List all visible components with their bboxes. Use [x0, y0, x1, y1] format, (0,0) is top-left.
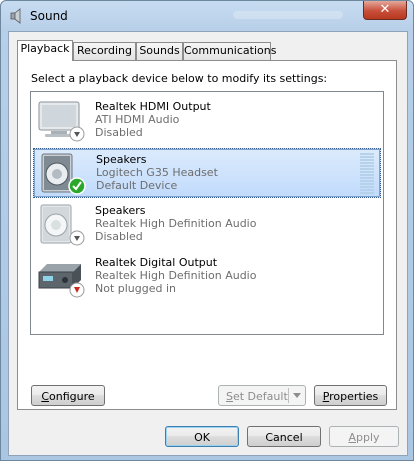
volume-meter: [360, 153, 374, 195]
set-default-split-button[interactable]: Set Default: [218, 385, 306, 406]
close-icon: ✕: [379, 2, 391, 17]
device-driver: Logitech G35 Headset: [96, 166, 218, 179]
device-status: Default Device: [96, 179, 178, 192]
playback-panel: Select a playback device below to modify…: [17, 60, 397, 410]
device-driver: Realtek High Definition Audio: [95, 217, 257, 230]
speaker-icon: [41, 153, 86, 195]
apply-accel: A: [348, 431, 356, 444]
instruction-text: Select a playback device below to modify…: [31, 72, 328, 85]
title-bar[interactable]: Sound ✕: [1, 1, 413, 31]
device-item-hdmi[interactable]: Realtek HDMI Output ATI HDMI Audio Disab…: [33, 96, 381, 146]
device-list[interactable]: Realtek HDMI Output ATI HDMI Audio Disab…: [30, 91, 384, 335]
device-status: Disabled: [95, 126, 143, 139]
speaker-icon: [40, 204, 85, 246]
configure-label: onfigure: [49, 390, 95, 403]
tab-communications[interactable]: Communications: [183, 42, 276, 60]
monitor-icon: [38, 101, 85, 142]
device-name: Speakers: [95, 204, 146, 217]
properties-label: roperties: [329, 390, 379, 403]
set-default-accel: S: [226, 390, 233, 403]
device-driver: ATI HDMI Audio: [95, 113, 180, 126]
close-button[interactable]: ✕: [363, 1, 407, 20]
device-item-realtek-speakers[interactable]: Speakers Realtek High Definition Audio D…: [33, 200, 381, 250]
dialog-client: Playback Recording Sounds Communications…: [8, 31, 408, 456]
configure-button[interactable]: Configure: [31, 385, 105, 406]
device-driver: Realtek High Definition Audio: [95, 269, 257, 282]
device-item-digital-output[interactable]: Realtek Digital Output Realtek High Defi…: [33, 252, 381, 302]
device-status: Not plugged in: [95, 282, 177, 295]
apply-label: pply: [356, 431, 380, 444]
device-status: Disabled: [95, 230, 143, 243]
tab-sounds[interactable]: Sounds: [136, 42, 183, 60]
properties-button[interactable]: Properties: [314, 385, 387, 406]
device-name: Speakers: [96, 153, 147, 166]
apply-button[interactable]: Apply: [329, 426, 399, 447]
sound-dialog: Sound ✕ Playback Recording Sounds Commun…: [0, 0, 414, 461]
cancel-button[interactable]: Cancel: [247, 426, 321, 447]
split-separator: [288, 388, 289, 403]
device-name: Realtek HDMI Output: [95, 100, 211, 113]
device-item-g35-speakers[interactable]: Speakers Logitech G35 Headset Default De…: [33, 148, 381, 198]
receiver-icon: [38, 264, 85, 298]
ok-button[interactable]: OK: [165, 426, 239, 447]
chevron-down-icon[interactable]: [293, 393, 301, 398]
tab-playback[interactable]: Playback: [17, 40, 73, 61]
title-blur: [233, 11, 343, 19]
speaker-app-icon: [10, 8, 21, 24]
device-name: Realtek Digital Output: [95, 256, 218, 269]
window-title: Sound: [30, 9, 68, 23]
configure-accel: C: [41, 390, 50, 403]
tab-recording[interactable]: Recording: [73, 42, 136, 60]
set-default-label: et Default: [232, 390, 288, 403]
